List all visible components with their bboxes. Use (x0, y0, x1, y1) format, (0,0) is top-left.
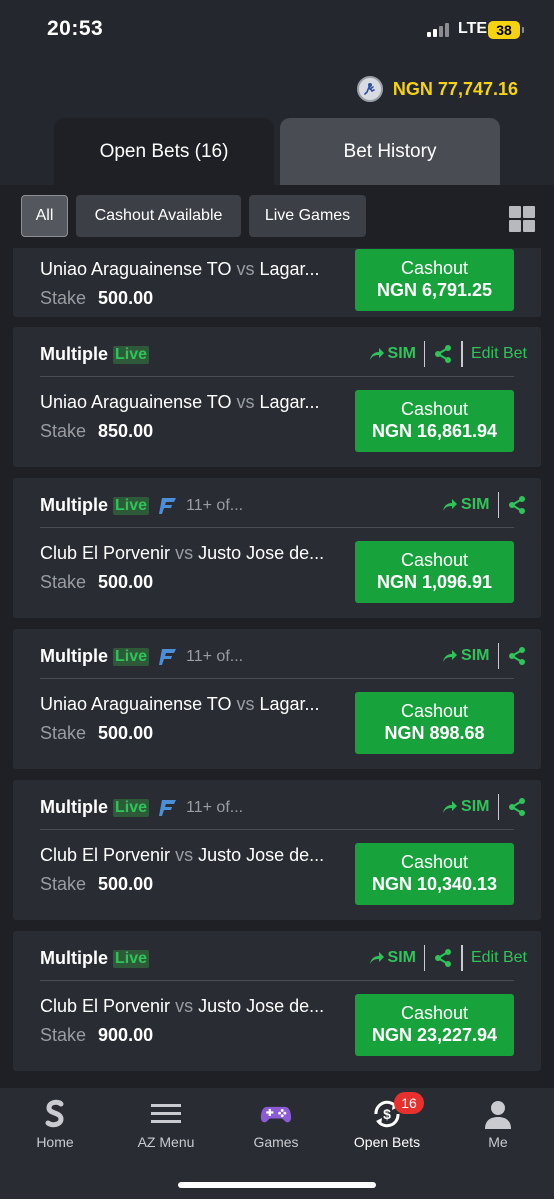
balance-display[interactable]: NGN 77,747.16 (356, 76, 518, 102)
header: NGN 77,747.16 Open Bets (16) Bet History (0, 60, 554, 185)
nav-az-menu[interactable]: AZ Menu (116, 1088, 216, 1168)
bet-header: Multiple Live (40, 344, 150, 365)
bet-card: Multiple Live 11+ of... SIM Club El Porv… (13, 478, 541, 618)
bet-stake: Stake 500.00 (40, 288, 154, 308)
cashout-button[interactable]: Cashout NGN 10,340.13 (355, 843, 514, 905)
nav-open-bets[interactable]: $ Open Bets 16 (337, 1088, 437, 1168)
live-badge: Live (113, 496, 150, 515)
bet-card: Uniao Araguainense TO vs Lagar... Stake 5… (13, 248, 541, 317)
live-badge: Live (113, 647, 150, 666)
bet-actions: SIM (442, 793, 527, 821)
home-indicator (178, 1182, 376, 1188)
share-icon[interactable] (433, 344, 453, 364)
filter-all-chip[interactable]: All (21, 195, 68, 237)
feature-f-icon (159, 648, 177, 665)
sim-button[interactable]: SIM (442, 496, 490, 514)
bet-type: Multiple (40, 646, 108, 666)
home-s-logo-icon (45, 1099, 64, 1128)
gamepad-icon (260, 1106, 292, 1123)
bet-actions: SIM (442, 491, 527, 519)
bet-stake: Stake 500.00 (40, 723, 154, 743)
live-badge: Live (113, 949, 150, 968)
bet-list[interactable]: Uniao Araguainense TO vs Lagar... Stake 5… (0, 248, 554, 1088)
live-badge: Live (113, 798, 150, 817)
balance-amount: NGN 77,747.16 (392, 78, 518, 99)
share-icon[interactable] (433, 948, 453, 968)
bet-stake: Stake 500.00 (40, 572, 154, 592)
nav-home[interactable]: Home (5, 1088, 105, 1168)
bet-card: Multiple Live SIM Edit Bet Club El Porve… (13, 931, 541, 1071)
wallet-avatar-icon (356, 76, 383, 102)
sim-button[interactable]: SIM (369, 345, 416, 363)
divider (40, 376, 514, 377)
bet-stake: Stake 500.00 (40, 874, 154, 894)
signal-icon (427, 23, 453, 37)
filter-bar: All Cashout Available Live Games (0, 185, 554, 248)
bet-type: Multiple (40, 344, 108, 364)
tab-bet-history[interactable]: Bet History (280, 118, 500, 185)
divider (40, 678, 514, 679)
cashout-button[interactable]: Cashout NGN 1,096.91 (355, 541, 514, 603)
menu-icon (151, 1104, 181, 1123)
svg-text:$: $ (383, 1106, 391, 1122)
edit-bet-link[interactable]: Edit Bet (471, 949, 527, 967)
filter-live-games-chip[interactable]: Live Games (249, 195, 366, 237)
nav-me[interactable]: Me (448, 1088, 548, 1168)
bet-match: Club El Porvenir vs Justo Jose de... (40, 996, 325, 1016)
bet-header: Multiple Live 11+ of... (40, 495, 244, 515)
sim-button[interactable]: SIM (369, 949, 416, 967)
share-arrow-icon (369, 348, 384, 360)
sim-button[interactable]: SIM (442, 647, 490, 665)
bet-header: Multiple Live 11+ of... (40, 797, 244, 817)
open-bets-screen: 20:53 LTE 38 NGN 77,747.16 Open Bets (16… (0, 0, 554, 1199)
share-icon[interactable] (507, 495, 527, 515)
sim-button[interactable]: SIM (442, 798, 490, 816)
feature-f-icon (159, 497, 177, 514)
tab-open-bets[interactable]: Open Bets (16) (54, 118, 274, 185)
divider (40, 980, 514, 981)
bet-match: Uniao Araguainense TO vs Lagar... (40, 259, 320, 279)
feature-f-icon (159, 799, 177, 816)
cashout-button[interactable]: Cashout NGN 23,227.94 (355, 994, 514, 1056)
share-icon[interactable] (507, 646, 527, 666)
bet-header: Multiple Live (40, 948, 150, 969)
profile-icon (485, 1101, 511, 1129)
nav-games[interactable]: Games (226, 1088, 326, 1168)
open-bets-badge: 16 (394, 1092, 424, 1114)
edit-bet-link[interactable]: Edit Bet (471, 345, 527, 363)
network-label: LTE (458, 20, 488, 37)
bet-type: Multiple (40, 948, 108, 968)
bet-stake: Stake 900.00 (40, 1025, 154, 1045)
divider (40, 829, 514, 830)
bet-match: Uniao Araguainense TO vs Lagar... (40, 694, 320, 714)
bet-card: Multiple Live 11+ of... SIM Uniao Aragua… (13, 629, 541, 769)
cashout-button[interactable]: Cashout NGN 16,861.94 (355, 390, 514, 452)
cashout-button[interactable]: Cashout NGN 898.68 (355, 692, 514, 754)
bet-stake: Stake 850.00 (40, 421, 154, 441)
filter-cashout-available-chip[interactable]: Cashout Available (76, 195, 241, 237)
bet-match: Uniao Araguainense TO vs Lagar... (40, 392, 320, 412)
bet-actions: SIM Edit Bet (369, 340, 527, 368)
bet-header: Multiple Live 11+ of... (40, 646, 244, 666)
bet-card: Multiple Live 11+ of... SIM Club El Porv… (13, 780, 541, 920)
grid-view-icon[interactable] (509, 206, 535, 232)
share-arrow-icon (443, 650, 458, 662)
bet-type: Multiple (40, 495, 108, 515)
bet-match: Club El Porvenir vs Justo Jose de... (40, 845, 325, 865)
status-bar: 20:53 LTE 38 (0, 0, 554, 60)
divider (40, 527, 514, 528)
status-time: 20:53 (47, 17, 104, 40)
live-badge: Live (113, 345, 150, 364)
share-arrow-icon (443, 499, 458, 511)
share-arrow-icon (443, 801, 458, 813)
battery-icon: 38 (488, 21, 524, 39)
bet-actions: SIM (442, 642, 527, 670)
share-icon[interactable] (507, 797, 527, 817)
bet-card: Multiple Live SIM Edit Bet Uniao Araguai… (13, 327, 541, 467)
share-arrow-icon (369, 952, 384, 964)
bet-actions: SIM Edit Bet (369, 944, 527, 972)
bet-type: Multiple (40, 797, 108, 817)
cashout-button[interactable]: Cashout NGN 6,791.25 (355, 249, 514, 311)
bet-match: Club El Porvenir vs Justo Jose de... (40, 543, 325, 563)
